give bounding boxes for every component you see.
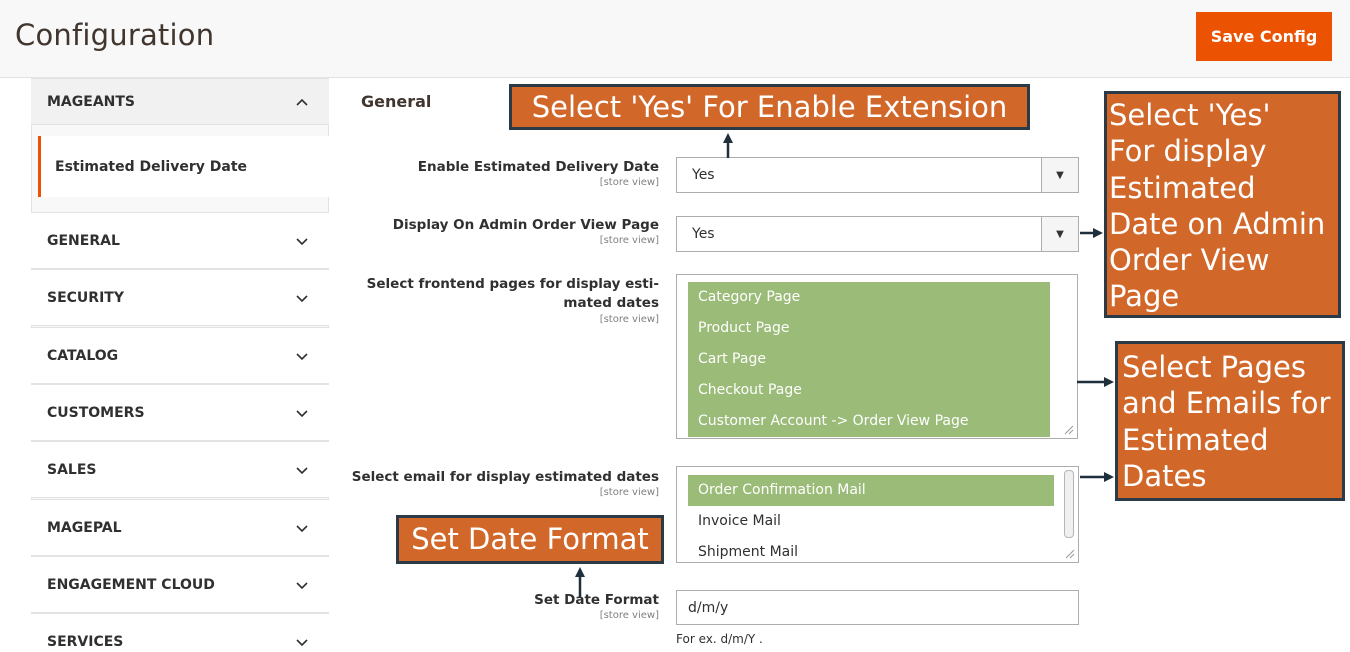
sidebar-tab-mageants[interactable]: MAGEANTS <box>31 78 329 125</box>
callout-pages-emails: Select Pages and Emails for Estimated Da… <box>1115 341 1345 501</box>
chevron-down-icon <box>296 639 308 647</box>
chevron-down-icon <box>296 237 308 245</box>
admin-order-view-select[interactable]: Yes ▼ <box>676 216 1079 252</box>
save-config-button[interactable]: Save Config <box>1196 12 1332 61</box>
pages-field-label-line2: mated dates <box>563 295 659 311</box>
scope-label: [store view] <box>599 314 659 325</box>
scope-label: [store view] <box>599 610 659 621</box>
chevron-down-icon <box>296 581 308 589</box>
sidebar-tab-label: SECURITY <box>47 289 124 306</box>
chevron-up-icon <box>296 98 308 106</box>
scope-label: [store view] <box>599 487 659 498</box>
input-value: d/m/y <box>688 599 729 616</box>
callout-date-format: Set Date Format <box>396 515 664 564</box>
sidebar-tab-security[interactable]: SECURITY <box>31 269 329 326</box>
enable-field-label: Enable Estimated Delivery Date <box>417 159 659 175</box>
sidebar-tab-label: GENERAL <box>47 232 120 249</box>
email-field-label: Select email for display estimated dates <box>351 469 659 485</box>
scrollbar[interactable] <box>1064 470 1074 538</box>
date-format-field-label: Set Date Format <box>534 592 659 608</box>
sidebar-tab-customers[interactable]: CUSTOMERS <box>31 384 329 441</box>
multiselect-option[interactable]: Shipment Mail <box>688 537 1054 562</box>
dropdown-caret-icon: ▼ <box>1041 217 1078 251</box>
callout-line: Estimated <box>1122 422 1269 457</box>
dropdown-caret-icon: ▼ <box>1041 158 1078 192</box>
multiselect-option[interactable]: Order Confirmation Mail <box>688 475 1054 506</box>
callout-line: Order View <box>1109 243 1270 278</box>
chevron-down-icon <box>296 466 308 474</box>
admin-view-field-label: Display On Admin Order View Page <box>392 217 659 233</box>
sidebar-tab-label: CUSTOMERS <box>47 404 145 421</box>
sidebar-tab-label: SERVICES <box>47 634 124 650</box>
multiselect-option[interactable]: Category Page <box>688 282 1050 313</box>
page-title: Configuration <box>15 18 215 52</box>
multiselect-option[interactable]: Customer Account -> Order View Page <box>688 406 1050 437</box>
date-format-note: For ex. d/m/Y . <box>676 632 763 646</box>
callout-line: Select Pages <box>1122 350 1306 384</box>
chevron-down-icon <box>296 524 308 532</box>
sidebar-tab-label: ENGAGEMENT CLOUD <box>47 576 215 593</box>
sidebar-item-estimated-delivery-date[interactable]: Estimated Delivery Date <box>38 136 329 197</box>
sidebar-tab-label: MAGEPAL <box>47 519 122 536</box>
sidebar-tab-general[interactable]: GENERAL <box>31 212 329 269</box>
callout-line: Date on Admin <box>1109 206 1326 241</box>
sidebar-tab-label: CATALOG <box>47 347 119 364</box>
multiselect-option[interactable]: Checkout Page <box>688 375 1050 406</box>
sidebar-item-label: Estimated Delivery Date <box>55 158 248 175</box>
chevron-down-icon <box>296 294 308 302</box>
sidebar-tab-sales[interactable]: SALES <box>31 441 329 498</box>
sidebar-tab-magepal[interactable]: MAGEPAL <box>31 499 329 556</box>
multiselect-option[interactable]: Invoice Mail <box>688 506 1054 537</box>
callout-line: Select 'Yes' <box>1109 98 1271 132</box>
sidebar-tab-engagement-cloud[interactable]: ENGAGEMENT CLOUD <box>31 556 329 613</box>
pages-field-label-line1: Select frontend pages for display esti- <box>366 276 659 292</box>
sidebar-tab-services[interactable]: SERVICES <box>31 613 329 652</box>
sidebar-tab-label: SALES <box>47 461 97 478</box>
sidebar-tab-catalog[interactable]: CATALOG <box>31 327 329 384</box>
frontend-pages-multiselect[interactable]: Category Page Product Page Cart Page Che… <box>676 274 1078 439</box>
callout-line: For display <box>1109 134 1267 169</box>
select-value: Yes <box>692 226 715 242</box>
resize-grip-icon[interactable] <box>1065 549 1075 559</box>
section-title: General <box>361 92 432 111</box>
resize-grip-icon[interactable] <box>1064 425 1074 435</box>
email-multiselect[interactable]: Order Confirmation Mail Invoice Mail Shi… <box>676 466 1079 563</box>
enable-estimated-delivery-select[interactable]: Yes ▼ <box>676 157 1079 193</box>
chevron-down-icon <box>296 352 308 360</box>
select-value: Yes <box>692 167 715 183</box>
multiselect-option[interactable]: Cart Page <box>688 344 1050 375</box>
scope-label: [store view] <box>599 177 659 188</box>
callout-admin-order-view: Select 'Yes' For display Estimated Date … <box>1104 91 1341 318</box>
scope-label: [store view] <box>599 235 659 246</box>
date-format-input[interactable]: d/m/y <box>676 590 1079 625</box>
callout-line: Estimated <box>1109 170 1256 205</box>
chevron-down-icon <box>296 409 308 417</box>
multiselect-option[interactable]: Product Page <box>688 313 1050 344</box>
callout-line: Dates <box>1122 458 1207 493</box>
sidebar-tab-label: MAGEANTS <box>47 93 136 110</box>
callout-line: and Emails for <box>1122 386 1331 421</box>
callout-line: Page <box>1109 279 1180 314</box>
callout-enable-extension: Select 'Yes' For Enable Extension <box>509 84 1030 130</box>
